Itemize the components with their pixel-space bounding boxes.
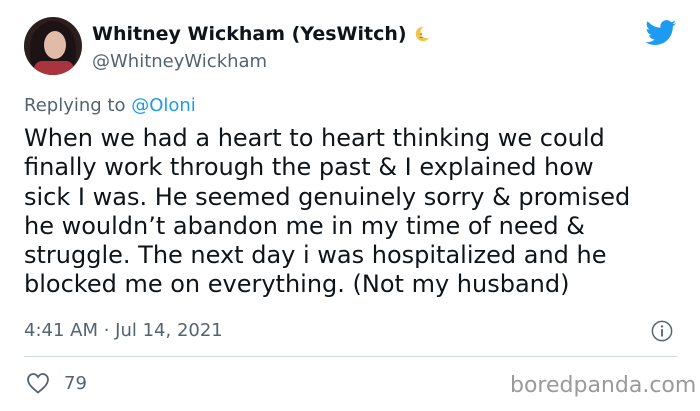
tweet-text-line: sick I was. He seemed genuinely sorry & … [24,182,631,211]
divider [24,356,677,357]
tweet-text-line: finally work through the past & I explai… [24,153,594,182]
tweet-text-line: he wouldn’t abandon me in my time of nee… [24,211,585,240]
avatar-face [44,31,66,59]
tweet-text-line: struggle. The next day i was hospitalize… [24,241,607,270]
author-handle[interactable]: @WhitneyWickham [92,51,267,72]
replying-to-prefix: Replying to [24,95,126,116]
tweet-text-line: When we had a heart to heart thinking we… [24,124,605,152]
watermark: boredpanda.com [510,373,697,398]
author-name-row[interactable]: Whitney Wickham (YesWitch) [92,23,431,45]
author-display-name[interactable]: Whitney Wickham (YesWitch) [92,23,407,45]
info-icon[interactable] [651,320,673,342]
replying-to-line: Replying to @Oloni [24,95,196,116]
tweet-text-line: blocked me on everything. (Not my husban… [24,270,570,299]
tweet-timestamp[interactable]: 4:41 AM · Jul 14, 2021 [24,320,223,341]
like-count: 79 [64,373,87,394]
twitter-bird-icon[interactable] [645,20,677,46]
avatar[interactable] [24,17,82,75]
heart-icon[interactable] [26,372,50,394]
avatar-clothing [34,61,74,75]
tweet-text: When we had a heart to heart thinking we… [24,124,684,300]
crescent-moon-icon [415,26,429,42]
reply-mention-link[interactable]: @Oloni [131,95,196,116]
